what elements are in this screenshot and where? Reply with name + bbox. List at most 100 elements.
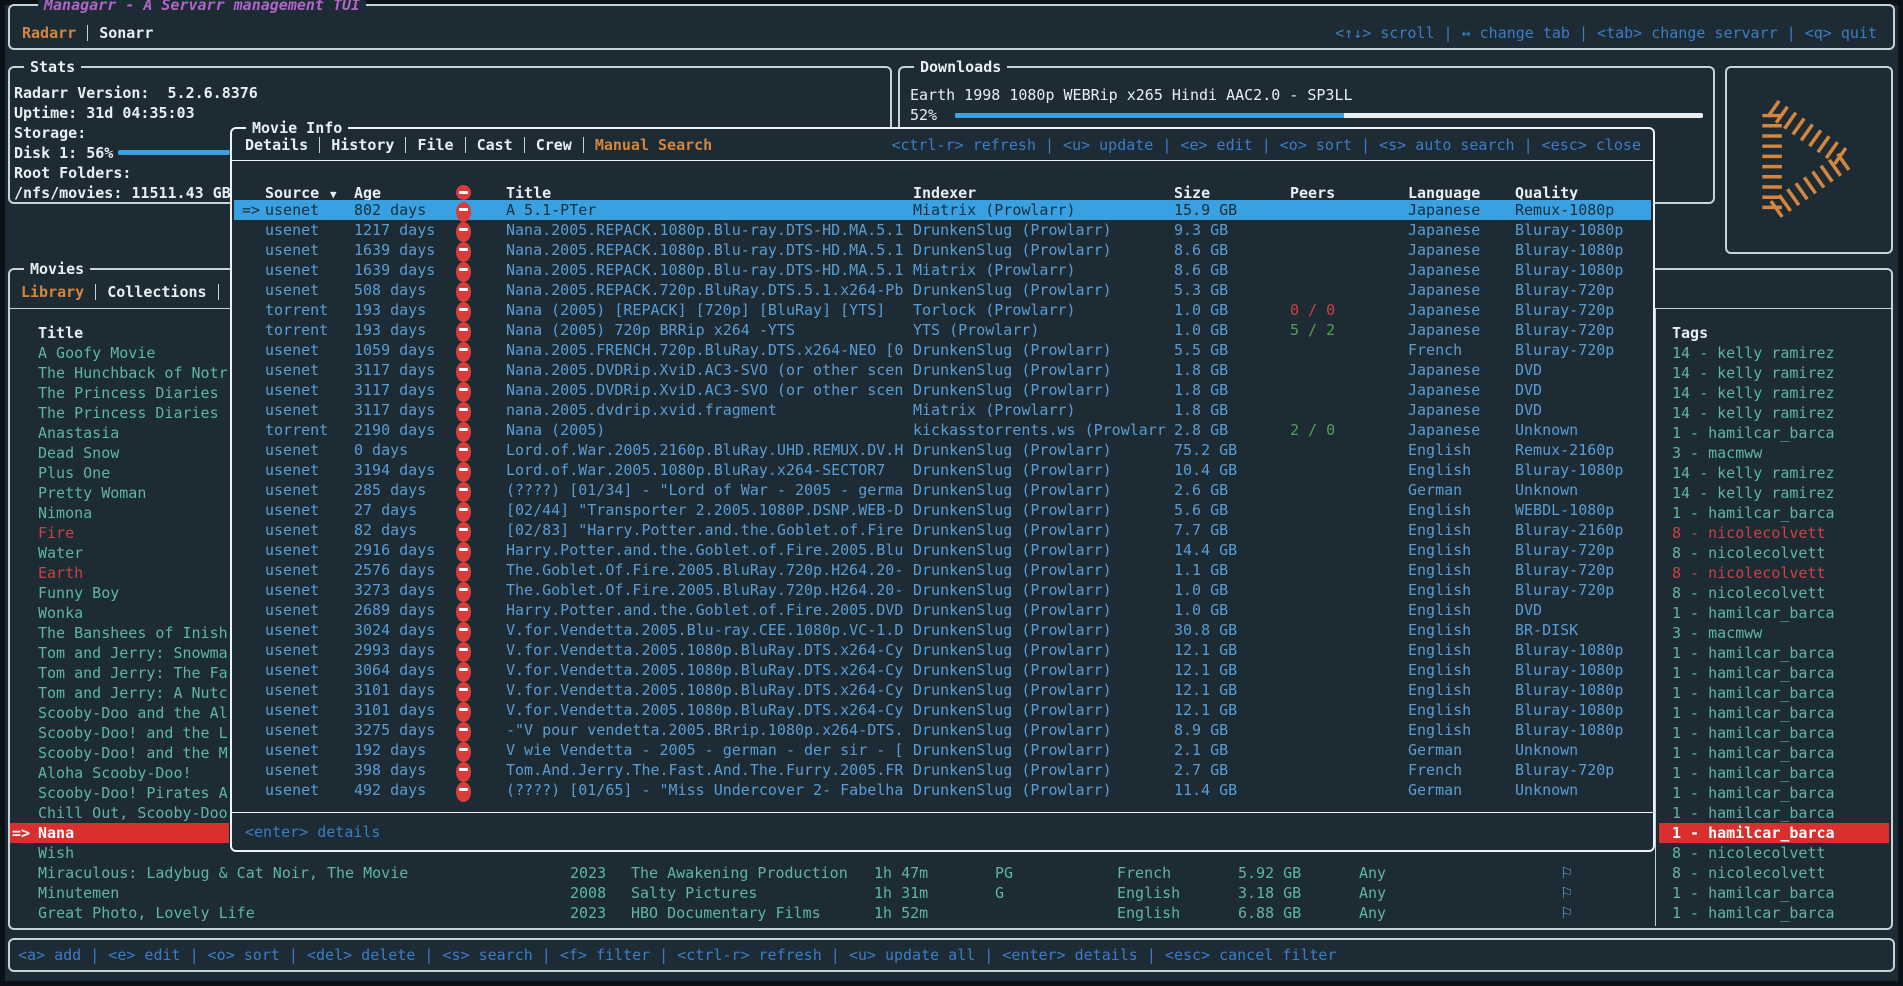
release-language: French <box>1408 340 1462 360</box>
release-indexer: DrunkenSlug (Prowlarr) <box>913 240 1112 260</box>
movie-tag: 1 - hamilcar_barca <box>1672 603 1835 623</box>
release-quality: Bluray-1080p <box>1515 640 1623 660</box>
movie-tag: 8 - nicolecolvett <box>1672 863 1826 883</box>
app-root: Managarr - A Servarr management TUI Rada… <box>0 0 1903 986</box>
release-indexer: Miatrix (Prowlarr) <box>913 400 1076 420</box>
release-indexer: kickasstorrents.ws (Prowlarr <box>913 420 1166 440</box>
release-source: torrent <box>265 420 328 440</box>
movie-tag: 8 - nicolecolvett <box>1672 543 1826 563</box>
release-source: usenet <box>265 560 319 580</box>
release-row[interactable]: usenet0 daysLord.of.War.2005.2160p.BluRa… <box>234 440 1651 460</box>
app-title: Managarr - A Servarr management TUI <box>38 0 366 15</box>
rejected-icon <box>456 262 471 282</box>
stats-title: Stats <box>24 57 81 77</box>
release-title: V wie Vendetta - 2005 - german - der sir… <box>506 740 903 760</box>
rejected-icon <box>456 342 471 362</box>
release-row[interactable]: usenet492 days(????) [01/65] - "Miss Und… <box>234 780 1651 800</box>
release-row[interactable]: usenet3194 daysLord.of.War.2005.1080p.Bl… <box>234 460 1651 480</box>
disk-usage-gauge <box>118 150 230 155</box>
release-row[interactable]: usenet3273 daysThe.Goblet.Of.Fire.2005.B… <box>234 580 1651 600</box>
tab-sonarr[interactable]: Sonarr <box>99 23 153 43</box>
movie-row[interactable]: Miraculous: Ladybug & Cat Noir, The Movi… <box>10 863 1891 883</box>
release-row[interactable]: usenet3101 daysV.for.Vendetta.2005.1080p… <box>234 680 1651 700</box>
release-age: 2689 days <box>354 600 435 620</box>
release-row[interactable]: usenet82 days[02/83] "Harry.Potter.and.t… <box>234 520 1651 540</box>
release-language: Japanese <box>1408 400 1480 420</box>
release-quality: DVD <box>1515 380 1542 400</box>
rejected-icon <box>456 202 471 222</box>
release-size: 12.1 GB <box>1174 660 1237 680</box>
release-quality: Unknown <box>1515 780 1578 800</box>
movie-tag: 1 - hamilcar_barca <box>1672 663 1835 683</box>
release-row[interactable]: usenet3117 daysNana.2005.DVDRip.XviD.AC3… <box>234 380 1651 400</box>
release-title: (????) [01/34] - "Lord of War - 2005 - g… <box>506 480 903 500</box>
release-indexer: DrunkenSlug (Prowlarr) <box>913 740 1112 760</box>
release-peers: 0 / 0 <box>1290 300 1335 320</box>
release-row[interactable]: usenet3117 daysnana.2005.dvdrip.xvid.fra… <box>234 400 1651 420</box>
release-row[interactable]: usenet1639 daysNana.2005.REPACK.1080p.Bl… <box>234 260 1651 280</box>
release-language: English <box>1408 500 1471 520</box>
release-title: A 5.1-PTer <box>506 200 596 220</box>
release-language: English <box>1408 440 1471 460</box>
movie-title: Scooby-Doo and the Al <box>38 703 228 723</box>
release-quality: DVD <box>1515 600 1542 620</box>
movie-tag: 14 - kelly ramirez <box>1672 383 1835 403</box>
release-row[interactable]: usenet1639 daysNana.2005.REPACK.1080p.Bl… <box>234 240 1651 260</box>
release-indexer: DrunkenSlug (Prowlarr) <box>913 680 1112 700</box>
movie-row[interactable]: Great Photo, Lovely Life2023HBO Document… <box>10 903 1891 923</box>
release-row[interactable]: usenet3101 daysV.for.Vendetta.2005.1080p… <box>234 700 1651 720</box>
selection-marker: => <box>12 823 30 843</box>
release-row[interactable]: usenet398 daysTom.And.Jerry.The.Fast.And… <box>234 760 1651 780</box>
movie-tag: 8 - nicolecolvett <box>1672 583 1826 603</box>
release-indexer: DrunkenSlug (Prowlarr) <box>913 600 1112 620</box>
release-indexer: DrunkenSlug (Prowlarr) <box>913 700 1112 720</box>
release-title: Lord.of.War.2005.2160p.BluRay.UHD.REMUX.… <box>506 440 903 460</box>
release-source: usenet <box>265 260 319 280</box>
release-row[interactable]: torrent2190 daysNana (2005)kickasstorren… <box>234 420 1651 440</box>
release-quality: Bluray-2160p <box>1515 520 1623 540</box>
release-row[interactable]: usenet1217 daysNana.2005.REPACK.1080p.Bl… <box>234 220 1651 240</box>
movie-tag: 8 - nicolecolvett <box>1672 523 1826 543</box>
release-age: 82 days <box>354 520 417 540</box>
monitored-icon: ⚐ <box>1560 903 1573 923</box>
release-row[interactable]: usenet285 days(????) [01/34] - "Lord of … <box>234 480 1651 500</box>
release-row[interactable]: usenet3064 daysV.for.Vendetta.2005.1080p… <box>234 660 1651 680</box>
release-row[interactable]: usenet192 daysV wie Vendetta - 2005 - ge… <box>234 740 1651 760</box>
release-row[interactable]: usenet3275 days-"V pour vendetta.2005.BR… <box>234 720 1651 740</box>
rejected-icon <box>456 682 471 702</box>
movie-row[interactable]: Minutemen2008Salty Pictures1h 31mGEnglis… <box>10 883 1891 903</box>
release-source: usenet <box>265 520 319 540</box>
movie-title: Nimona <box>38 503 92 523</box>
release-row[interactable]: =>usenet802 daysA 5.1-PTerMiatrix (Prowl… <box>234 200 1651 220</box>
movie-title: Minutemen <box>38 883 119 903</box>
release-source: usenet <box>265 280 319 300</box>
tab-radarr[interactable]: Radarr <box>22 23 76 43</box>
release-age: 1639 days <box>354 240 435 260</box>
release-row[interactable]: usenet2993 daysV.for.Vendetta.2005.1080p… <box>234 640 1651 660</box>
release-row[interactable]: usenet27 days[02/44] "Transporter 2.2005… <box>234 500 1651 520</box>
release-row[interactable]: usenet3024 daysV.for.Vendetta.2005.Blu-r… <box>234 620 1651 640</box>
release-age: 3117 days <box>354 360 435 380</box>
movie-title: Great Photo, Lovely Life <box>38 903 255 923</box>
release-row[interactable]: usenet1059 daysNana.2005.FRENCH.720p.Blu… <box>234 340 1651 360</box>
release-language: French <box>1408 760 1462 780</box>
release-row[interactable]: usenet2689 daysHarry.Potter.and.the.Gobl… <box>234 600 1651 620</box>
release-row[interactable]: torrent193 daysNana (2005) 720p BRRip x2… <box>234 320 1651 340</box>
movie-tag: 1 - hamilcar_barca <box>1672 503 1835 523</box>
release-language: English <box>1408 580 1471 600</box>
release-row[interactable]: usenet2916 daysHarry.Potter.and.the.Gobl… <box>234 540 1651 560</box>
movie-title: Dead Snow <box>38 443 119 463</box>
release-indexer: Miatrix (Prowlarr) <box>913 260 1076 280</box>
release-source: usenet <box>265 440 319 460</box>
movie-tag: 3 - macmww <box>1672 623 1762 643</box>
release-row[interactable]: usenet3117 daysNana.2005.DVDRip.XviD.AC3… <box>234 360 1651 380</box>
release-size: 9.3 GB <box>1174 220 1228 240</box>
release-row[interactable]: torrent193 daysNana (2005) [REPACK] [720… <box>234 300 1651 320</box>
movie-title: Tom and Jerry: The Fa <box>38 663 228 683</box>
modal-table-bottom-border <box>232 812 1653 813</box>
monitored-icon: ⚐ <box>1560 863 1573 883</box>
release-size: 2.1 GB <box>1174 740 1228 760</box>
rejected-icon <box>456 382 471 402</box>
release-row[interactable]: usenet2576 daysThe.Goblet.Of.Fire.2005.B… <box>234 560 1651 580</box>
release-row[interactable]: usenet508 daysNana.2005.REPACK.720p.BluR… <box>234 280 1651 300</box>
